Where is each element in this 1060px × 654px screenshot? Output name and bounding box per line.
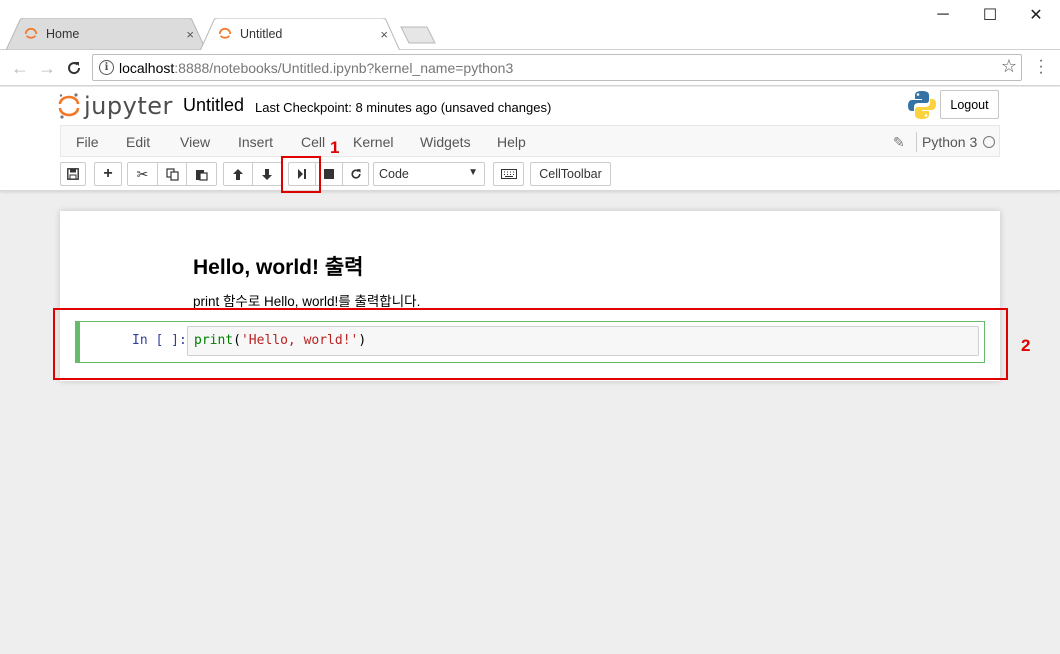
back-icon[interactable]: ← xyxy=(8,56,32,80)
copy-icon xyxy=(165,167,179,181)
kernel-idle-indicator-icon xyxy=(983,136,995,148)
python-logo-icon xyxy=(908,91,936,119)
notebook-menubar: File Edit View Insert Cell Kernel Widget… xyxy=(60,125,1000,157)
refresh-icon xyxy=(350,169,361,179)
arrow-up-icon xyxy=(233,168,243,180)
logout-button[interactable]: Logout xyxy=(940,90,999,119)
tab-label: Home xyxy=(46,27,80,41)
menu-file[interactable]: File xyxy=(76,134,99,150)
url-path: :8888/notebooks/Untitled.ipynb?kernel_na… xyxy=(174,59,514,76)
annotation-box-2 xyxy=(53,308,1008,380)
stop-icon xyxy=(324,169,334,179)
tab-close-icon[interactable]: × xyxy=(380,27,388,42)
move-cell-down-button[interactable] xyxy=(252,162,282,186)
plus-icon: + xyxy=(103,165,113,182)
menu-edit[interactable]: Edit xyxy=(126,134,150,150)
tab-close-icon[interactable]: × xyxy=(186,27,194,42)
arrow-down-icon xyxy=(262,168,272,180)
cell-type-value: Code xyxy=(379,167,409,181)
scissors-icon: ✂ xyxy=(136,165,149,182)
site-info-icon[interactable]: i xyxy=(99,60,114,75)
menu-widgets[interactable]: Widgets xyxy=(420,134,471,150)
markdown-text: print 함수로 Hello, world!를 출력합니다. xyxy=(193,294,421,309)
pencil-icon[interactable]: ✎ xyxy=(893,134,905,151)
save-icon xyxy=(67,168,79,180)
forward-icon[interactable]: → xyxy=(35,56,59,80)
url-input[interactable]: i localhost:8888/notebooks/Untitled.ipyn… xyxy=(92,54,1022,81)
save-button[interactable] xyxy=(60,162,86,186)
celltoolbar-button[interactable]: CellToolbar xyxy=(530,162,611,186)
annotation-box-1 xyxy=(281,156,321,193)
kernel-divider xyxy=(916,132,917,152)
paste-icon xyxy=(196,169,208,181)
jupyter-tab-icon xyxy=(218,27,232,39)
restart-kernel-button[interactable] xyxy=(342,162,369,186)
menu-cell[interactable]: Cell xyxy=(301,134,325,150)
move-cell-up-button[interactable] xyxy=(223,162,253,186)
kernel-name: Python 3 xyxy=(922,134,978,150)
close-window-icon[interactable]: ✕ xyxy=(1013,0,1059,30)
jupyter-header: jupyter Untitled Last Checkpoint: 8 minu… xyxy=(0,87,1060,191)
minimize-icon[interactable]: ─ xyxy=(920,0,966,30)
menu-view[interactable]: View xyxy=(180,134,210,150)
browser-titlebar: Home × Untitled × ─ ☐ ✕ xyxy=(0,0,1060,50)
insert-cell-below-button[interactable]: + xyxy=(94,162,122,186)
jupyter-logo-text: jupyter xyxy=(84,92,173,120)
menu-kernel[interactable]: Kernel xyxy=(353,134,393,150)
menu-help[interactable]: Help xyxy=(497,134,526,150)
new-tab-button[interactable] xyxy=(400,26,436,44)
maximize-icon[interactable]: ☐ xyxy=(967,0,1013,30)
browser-menu-icon[interactable]: · · · xyxy=(1036,53,1046,81)
notebook-name[interactable]: Untitled xyxy=(183,95,244,116)
url-host: localhost xyxy=(119,59,175,76)
menu-insert[interactable]: Insert xyxy=(238,134,273,150)
checkpoint-status: Last Checkpoint: 8 minutes ago (unsaved … xyxy=(255,100,552,115)
bookmark-star-icon[interactable]: ☆ xyxy=(1001,56,1017,77)
cell-type-select[interactable]: Code ▼ xyxy=(373,162,485,186)
jupyter-logo-icon xyxy=(58,93,80,119)
copy-button[interactable] xyxy=(157,162,187,186)
tab-untitled[interactable]: Untitled × xyxy=(200,18,400,50)
jupyter-tab-icon xyxy=(24,27,38,39)
jupyter-logo[interactable]: jupyter xyxy=(58,92,173,120)
tab-label: Untitled xyxy=(240,27,283,41)
annotation-number-1: 1 xyxy=(330,138,340,157)
annotation-number-2: 2 xyxy=(1021,336,1031,355)
paste-button[interactable] xyxy=(186,162,217,186)
caret-down-icon: ▼ xyxy=(468,167,478,178)
tab-home[interactable]: Home × xyxy=(6,18,206,50)
markdown-heading: Hello, world! 출력 xyxy=(193,256,364,279)
cut-button[interactable]: ✂ xyxy=(127,162,158,186)
keyboard-icon xyxy=(500,169,517,179)
reload-icon[interactable] xyxy=(62,56,86,80)
browser-addressbar: ← → i localhost:8888/notebooks/Untitled.… xyxy=(0,50,1060,86)
notebook-toolbar: + ✂ Code ▼ CellToolbar xyxy=(60,161,1000,189)
command-palette-button[interactable] xyxy=(493,162,524,186)
